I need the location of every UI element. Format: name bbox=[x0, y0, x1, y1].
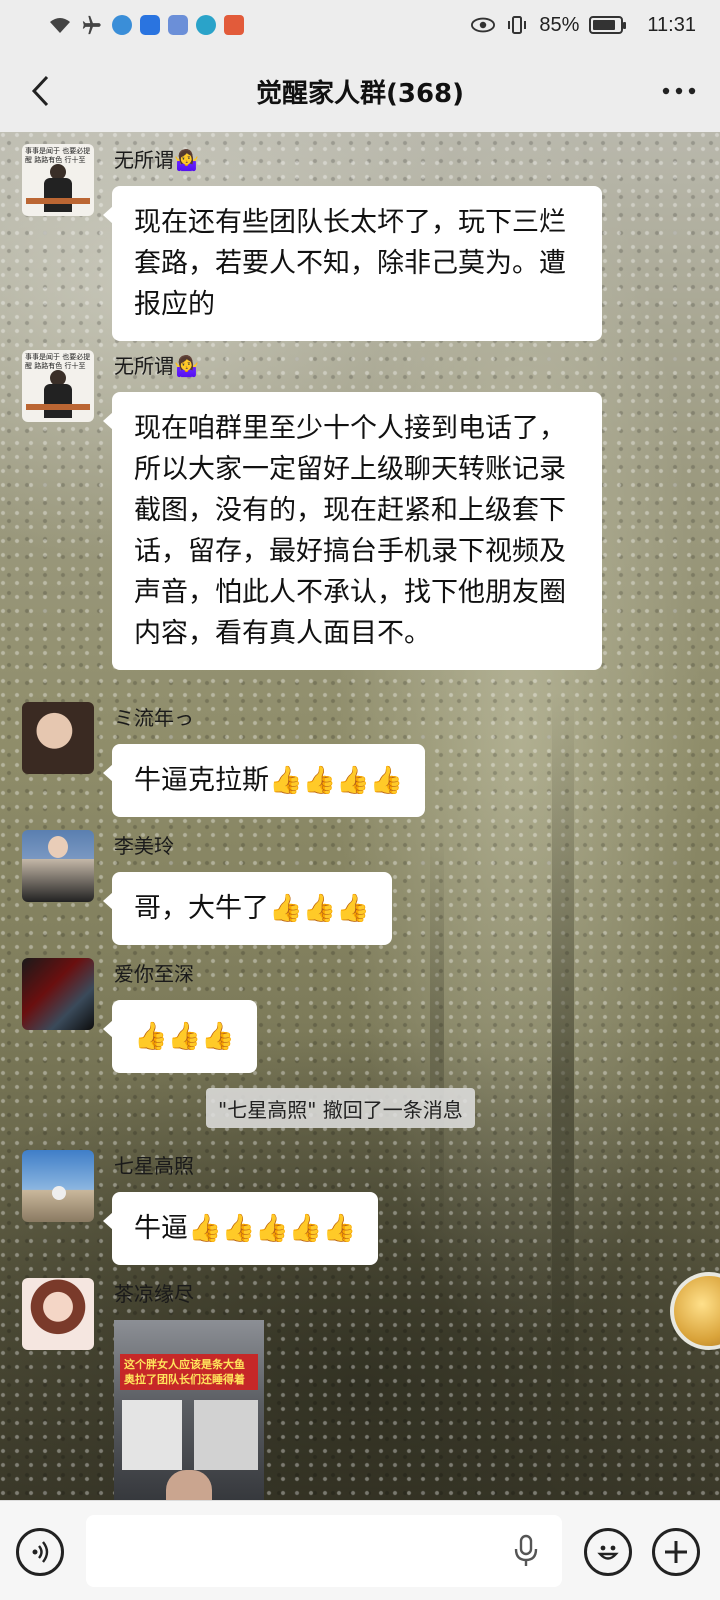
sender-name: ミ流年っ bbox=[114, 706, 194, 730]
vibrate-icon bbox=[505, 13, 529, 37]
image-poster bbox=[122, 1400, 182, 1470]
message-bubble[interactable]: 👍👍👍 bbox=[103, 1000, 257, 1073]
more-button[interactable] bbox=[658, 70, 700, 112]
avatar[interactable] bbox=[22, 830, 94, 902]
message-bubble[interactable]: 现在咱群里至少十个人接到电话了，所以大家一定留好上级聊天转账记录截图，没有的，现… bbox=[103, 392, 602, 670]
image-message[interactable]: 这个胖女人应该是条大鱼 奥拉了团队长们还睡得着 bbox=[114, 1320, 264, 1500]
chevron-left-icon bbox=[31, 75, 49, 107]
microphone-icon[interactable] bbox=[510, 1533, 542, 1569]
avatar[interactable] bbox=[22, 702, 94, 774]
recall-notice: "七星高照" 撤回了一条消息 bbox=[206, 1088, 475, 1128]
airplane-icon bbox=[80, 13, 104, 37]
plus-button[interactable] bbox=[652, 1528, 700, 1576]
sender-name: 无所谓🤷‍♀️ bbox=[114, 148, 199, 172]
message-item: 七星高照 牛逼👍👍👍👍👍 bbox=[22, 1150, 702, 1270]
voice-button[interactable] bbox=[16, 1528, 64, 1576]
sender-name: 茶凉缘尽 bbox=[114, 1282, 194, 1306]
app-icon bbox=[196, 15, 216, 35]
message-item: 事事是闻于 也要必提醒 路路有色 行十至 无所谓🤷‍♀️ 现在咱群里至少十个人接… bbox=[22, 350, 702, 690]
battery-icon bbox=[589, 16, 627, 34]
message-item: 李美玲 哥，大牛了👍👍👍 bbox=[22, 830, 702, 950]
plus-icon bbox=[665, 1541, 687, 1563]
chat-area[interactable]: 事事是闻于 也要必提醒 路路有色 行十至 无所谓🤷‍♀️ 现在还有些团队长太坏了… bbox=[0, 132, 720, 1500]
message-bubble[interactable]: 现在还有些团队长太坏了，玩下三烂套路，若要人不知，除非己莫为。遭报应的 bbox=[103, 186, 602, 341]
more-dots-icon bbox=[662, 87, 696, 95]
message-item: 事事是闻于 也要必提醒 路路有色 行十至 无所谓🤷‍♀️ 现在还有些团队长太坏了… bbox=[22, 144, 702, 344]
battery-percent: 85% bbox=[539, 13, 580, 36]
back-button[interactable] bbox=[20, 70, 62, 112]
message-item: ミ流年っ 牛逼克拉斯👍👍👍👍 bbox=[22, 702, 702, 822]
clock: 11:31 bbox=[647, 13, 696, 36]
wifi-icon bbox=[48, 13, 72, 37]
battery-level bbox=[593, 20, 616, 30]
message-item: 茶凉缘尽 这个胖女人应该是条大鱼 奥拉了团队长们还睡得着 bbox=[22, 1278, 702, 1500]
emoji-icon bbox=[597, 1545, 619, 1560]
status-left-icons bbox=[48, 13, 244, 37]
app-icon bbox=[140, 15, 160, 35]
avatar-caption: 事事是闻于 也要必提醒 路路有色 行十至 bbox=[25, 353, 91, 370]
message-bubble[interactable]: 哥，大牛了👍👍👍 bbox=[103, 872, 392, 945]
eye-icon bbox=[471, 13, 496, 37]
app-icon bbox=[112, 15, 132, 35]
emoji-button[interactable] bbox=[584, 1528, 632, 1576]
status-right: 85% 11:31 bbox=[471, 13, 696, 37]
message-bubble[interactable]: 牛逼克拉斯👍👍👍👍 bbox=[102, 744, 426, 817]
sender-name: 七星高照 bbox=[114, 1154, 194, 1178]
music-app-icon bbox=[168, 15, 188, 35]
avatar[interactable] bbox=[22, 1278, 94, 1350]
status-bar: 85% 11:31 bbox=[0, 0, 720, 50]
message-item: 爱你至深 👍👍👍 bbox=[22, 958, 702, 1078]
chat-header: 觉醒家人群(368) bbox=[0, 50, 720, 132]
input-bar bbox=[0, 1500, 720, 1600]
image-caption: 这个胖女人应该是条大鱼 奥拉了团队长们还睡得着 bbox=[120, 1354, 258, 1390]
sender-name: 爱你至深 bbox=[114, 962, 194, 986]
app-icon bbox=[224, 15, 244, 35]
voice-icon bbox=[32, 1541, 49, 1563]
sender-name: 无所谓🤷‍♀️ bbox=[114, 354, 199, 378]
image-poster bbox=[194, 1400, 258, 1470]
avatar-caption: 事事是闻于 也要必提醒 路路有色 行十至 bbox=[25, 147, 91, 164]
avatar[interactable] bbox=[22, 1150, 94, 1222]
message-input[interactable] bbox=[86, 1515, 562, 1587]
page-title: 觉醒家人群(368) bbox=[255, 78, 465, 109]
sender-name: 李美玲 bbox=[114, 834, 174, 858]
avatar[interactable]: 事事是闻于 也要必提醒 路路有色 行十至 bbox=[22, 350, 94, 422]
avatar[interactable]: 事事是闻于 也要必提醒 路路有色 行十至 bbox=[22, 144, 94, 216]
avatar[interactable] bbox=[22, 958, 94, 1030]
message-bubble[interactable]: 牛逼👍👍👍👍👍 bbox=[102, 1192, 379, 1265]
